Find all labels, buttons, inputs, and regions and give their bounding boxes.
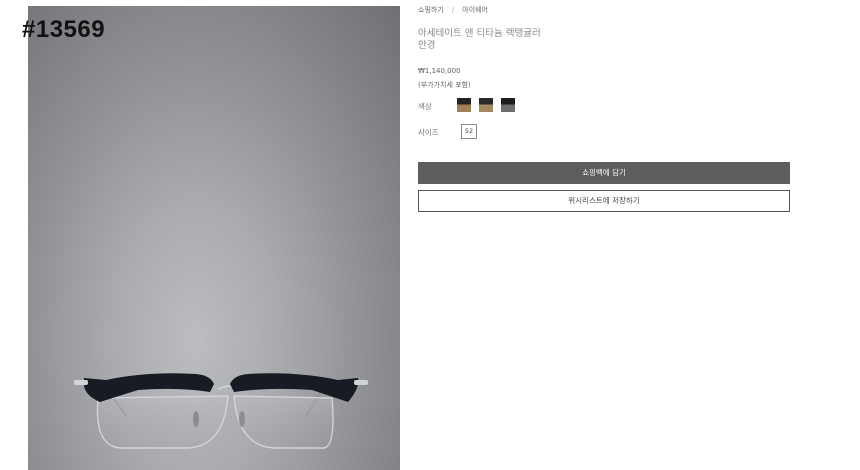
color-swatch-black-grey[interactable]: [501, 98, 515, 112]
breadcrumb-item-shopping[interactable]: 쇼핑하기: [418, 6, 444, 14]
left-nose-pad: [193, 411, 199, 427]
left-lens: [96, 395, 229, 449]
right-hinge: [354, 380, 368, 385]
size-label: 사이즈: [418, 128, 439, 137]
add-to-cart-button[interactable]: 쇼핑백에 담기: [418, 162, 790, 184]
save-to-wishlist-button[interactable]: 위시리스트에 저장하기: [418, 190, 790, 212]
right-lens: [233, 395, 334, 449]
left-hinge: [74, 380, 88, 385]
color-swatch-black-gold[interactable]: [479, 98, 493, 112]
size-option-52[interactable]: 52: [461, 124, 477, 139]
vat-note: (부가가치세 포함): [418, 81, 471, 89]
product-title: 아세테이트 앤 티타늄 렉탱귤러 안경: [418, 28, 541, 51]
breadcrumb-item-eyewear[interactable]: 아이웨어: [462, 6, 488, 14]
color-swatch-black-tan[interactable]: [457, 98, 471, 112]
breadcrumb-separator: /: [451, 6, 455, 14]
product-image[interactable]: [28, 6, 400, 470]
eyeglasses-illustration: [74, 373, 368, 449]
breadcrumb: 쇼핑하기 / 아이웨어: [418, 5, 488, 15]
color-label: 색상: [418, 102, 432, 111]
image-id-label: #13569: [22, 16, 106, 43]
right-nose-pad: [239, 411, 245, 427]
product-price: ₩1,140,000: [418, 67, 461, 75]
